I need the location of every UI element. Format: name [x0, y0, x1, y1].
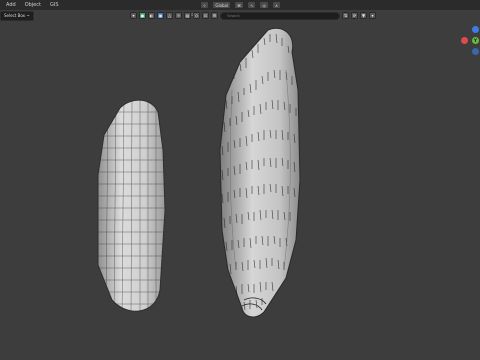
scene-canvas	[95, 27, 301, 318]
right-mesh-object[interactable]	[219, 27, 301, 318]
3d-viewport[interactable]: Add Object GIS ⊹ Global ⌘ ∿ ◎ ∧ Select B…	[0, 0, 480, 360]
left-mesh-object[interactable]	[95, 99, 170, 318]
